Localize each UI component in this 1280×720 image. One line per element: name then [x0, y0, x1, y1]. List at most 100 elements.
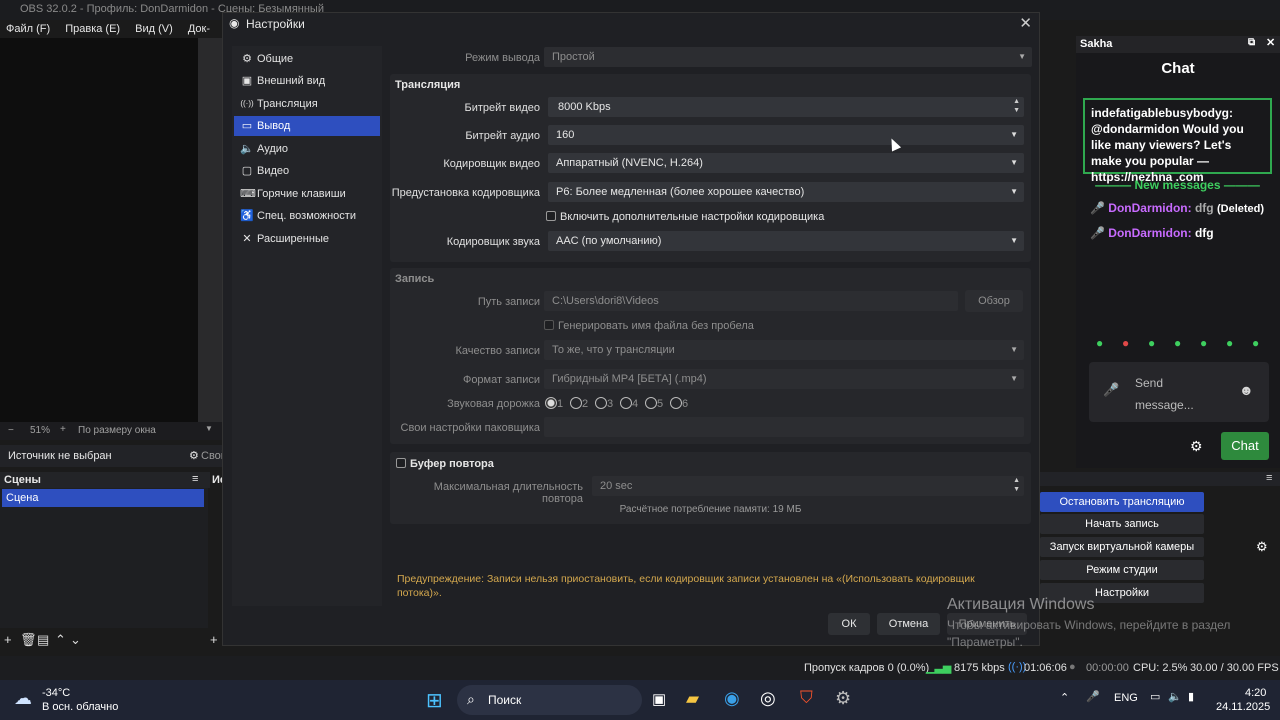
nav-audio[interactable]: 🔈 Аудио — [234, 139, 380, 159]
undock-icon[interactable]: ⧉ — [1248, 37, 1255, 48]
emote-icon[interactable]: ● — [1148, 336, 1155, 350]
nav-video[interactable]: ▢ Видео — [234, 161, 380, 181]
nav-stream[interactable]: ((·)) Трансляция — [234, 94, 380, 114]
chat-user[interactable]: DonDarmidon: — [1108, 201, 1191, 215]
menu-icon[interactable]: ≡ — [192, 473, 198, 485]
task-view-icon[interactable]: ▣ — [652, 690, 666, 708]
nav-general[interactable]: ⚙ Общие — [234, 49, 380, 69]
emote-icon[interactable]: ● — [1200, 336, 1207, 350]
cancel-button[interactable]: Отмена — [877, 613, 940, 635]
gear-icon[interactable]: ⚙ — [189, 449, 199, 462]
fit-label[interactable]: По размеру окна — [78, 425, 156, 436]
encoder-preset-select[interactable]: P6: Более медленная (более хорошее качес… — [548, 182, 1024, 202]
brave-icon[interactable]: ⛉ — [800, 688, 813, 708]
clock-date[interactable]: 24.11.2025 — [1216, 701, 1270, 713]
emote-icon[interactable]: ● — [1252, 336, 1259, 350]
close-icon[interactable]: ✕ — [1019, 14, 1032, 32]
gear-icon[interactable]: ⚙ — [1256, 539, 1268, 555]
weather-desc[interactable]: В осн. облачно — [42, 701, 118, 713]
emote-icon[interactable]: ● — [1226, 336, 1233, 350]
start-record-button[interactable]: Начать запись — [1040, 514, 1204, 534]
clock-time[interactable]: 4:20 — [1245, 687, 1266, 699]
no-space-filename-checkbox[interactable]: Генерировать имя файла без пробела — [544, 320, 754, 332]
muxer-settings-input[interactable] — [544, 417, 1024, 437]
close-icon[interactable]: ✕ — [1266, 36, 1275, 49]
edge-icon[interactable]: ◉ — [724, 688, 740, 709]
replay-buffer-checkbox[interactable]: Буфер повтора — [396, 458, 494, 470]
ok-button[interactable]: ОК — [828, 613, 870, 635]
menu-file[interactable]: Файл (F) — [6, 23, 50, 35]
trash-icon[interactable]: 🗑 — [20, 632, 37, 648]
video-encoder-select[interactable]: Аппаратный (NVENC, H.264) ▼ — [548, 153, 1024, 173]
tray-chevron-icon[interactable]: ⌃ — [1060, 691, 1069, 704]
network-icon[interactable]: ▭ — [1150, 690, 1160, 703]
audio-bitrate-select[interactable]: 160 ▼ — [548, 125, 1024, 145]
stop-stream-button[interactable]: Остановить трансляцию — [1040, 492, 1204, 512]
nav-appearance[interactable]: ▣ Внешний вид — [234, 71, 380, 91]
chat-button[interactable]: Chat — [1221, 432, 1269, 460]
record-path-input[interactable]: C:\Users\dori8\Videos — [544, 291, 958, 311]
send-message-input[interactable]: Send message... — [1135, 372, 1225, 416]
obs-icon[interactable]: ◎ — [760, 688, 776, 709]
studio-mode-button[interactable]: Режим студии — [1040, 560, 1204, 580]
spinner-icon[interactable]: ▲ ▼ — [1013, 97, 1020, 115]
move-up-icon[interactable]: ⌃ — [55, 632, 66, 648]
move-down-icon[interactable]: ⌄ — [70, 632, 81, 648]
windows-start-icon[interactable]: ⊞ — [426, 688, 443, 713]
emote-icon[interactable]: ● — [1174, 336, 1181, 350]
emote-icon[interactable]: ● — [1122, 336, 1129, 350]
output-mode-select[interactable]: Простой ▼ — [544, 47, 1032, 67]
checkbox-icon[interactable] — [544, 320, 554, 330]
spinner-icon[interactable]: ▲ ▼ — [1013, 476, 1020, 494]
nav-hotkeys[interactable]: ⌨ Горячие клавиши — [234, 184, 380, 204]
emote-icon[interactable]: ● — [1096, 336, 1103, 350]
add-source-icon[interactable]: + — [210, 632, 218, 647]
volume-icon[interactable]: 🔈 — [1168, 690, 1182, 703]
radio-icon[interactable] — [670, 397, 682, 409]
chevron-down-icon[interactable]: ▼ — [205, 424, 213, 433]
audio-track-radio[interactable]: 1 — [545, 397, 563, 410]
zoom-in-icon[interactable]: + — [60, 424, 66, 435]
radio-icon[interactable] — [570, 397, 582, 409]
settings-gear-icon[interactable]: ⚙ — [835, 688, 851, 709]
nav-accessibility[interactable]: ♿ Спец. возможности — [234, 206, 380, 226]
audio-encoder-select[interactable]: AAC (по умолчанию) ▼ — [548, 231, 1024, 251]
add-icon[interactable]: + — [4, 632, 12, 647]
weather-icon[interactable]: ☁ — [14, 688, 32, 709]
mic-icon[interactable]: 🎤 — [1086, 690, 1100, 703]
radio-icon[interactable] — [620, 397, 632, 409]
record-format-select[interactable]: Гибридный MP4 [БЕТА] (.mp4) ▼ — [544, 369, 1024, 389]
audio-track-radio[interactable]: 2 — [570, 397, 588, 410]
send-message-box[interactable]: 🎤 Send message... ☻ — [1089, 362, 1269, 422]
replay-max-length-input[interactable]: 20 sec ▲ ▼ — [592, 476, 1024, 496]
language[interactable]: ENG — [1114, 692, 1138, 704]
menu-view[interactable]: Вид (V) — [135, 23, 173, 35]
record-quality-select[interactable]: То же, что у трансляции ▼ — [544, 340, 1024, 360]
zoom-out-icon[interactable]: − — [8, 425, 14, 436]
gear-icon[interactable]: ⚙ — [1190, 438, 1203, 455]
folder-icon[interactable]: ▰ — [686, 689, 699, 709]
nav-output[interactable]: ▭ Вывод — [234, 116, 380, 136]
checkbox-icon[interactable] — [546, 211, 556, 221]
browse-button[interactable]: Обзор — [965, 290, 1023, 312]
audio-track-radio[interactable]: 5 — [645, 397, 663, 410]
taskbar-search[interactable]: ⌕ Поиск — [457, 685, 642, 715]
radio-icon[interactable] — [645, 397, 657, 409]
radio-icon[interactable] — [595, 397, 607, 409]
audio-track-radio[interactable]: 3 — [595, 397, 613, 410]
filter-icon[interactable]: ▤ — [37, 632, 49, 648]
advanced-encoder-checkbox[interactable]: Включить дополнительные настройки кодиро… — [546, 211, 824, 223]
mic-icon[interactable]: 🎤 — [1103, 382, 1119, 398]
chat-user[interactable]: DonDarmidon: — [1108, 226, 1191, 240]
radio-icon[interactable] — [545, 397, 557, 409]
battery-icon[interactable]: ▮ — [1188, 690, 1194, 703]
audio-track-radio[interactable]: 4 — [620, 397, 638, 410]
menu-icon[interactable]: ≡ — [1266, 472, 1272, 484]
menu-edit[interactable]: Правка (E) — [65, 23, 120, 35]
checkbox-icon[interactable] — [396, 458, 406, 468]
emoji-icon[interactable]: ☻ — [1239, 382, 1254, 398]
virtual-camera-button[interactable]: Запуск виртуальной камеры — [1040, 537, 1204, 557]
scene-list-item[interactable]: Сцена — [2, 489, 204, 507]
weather-temp[interactable]: -34°C — [42, 687, 70, 699]
video-bitrate-input[interactable]: 8000 Kbps ▲ ▼ — [548, 97, 1024, 117]
